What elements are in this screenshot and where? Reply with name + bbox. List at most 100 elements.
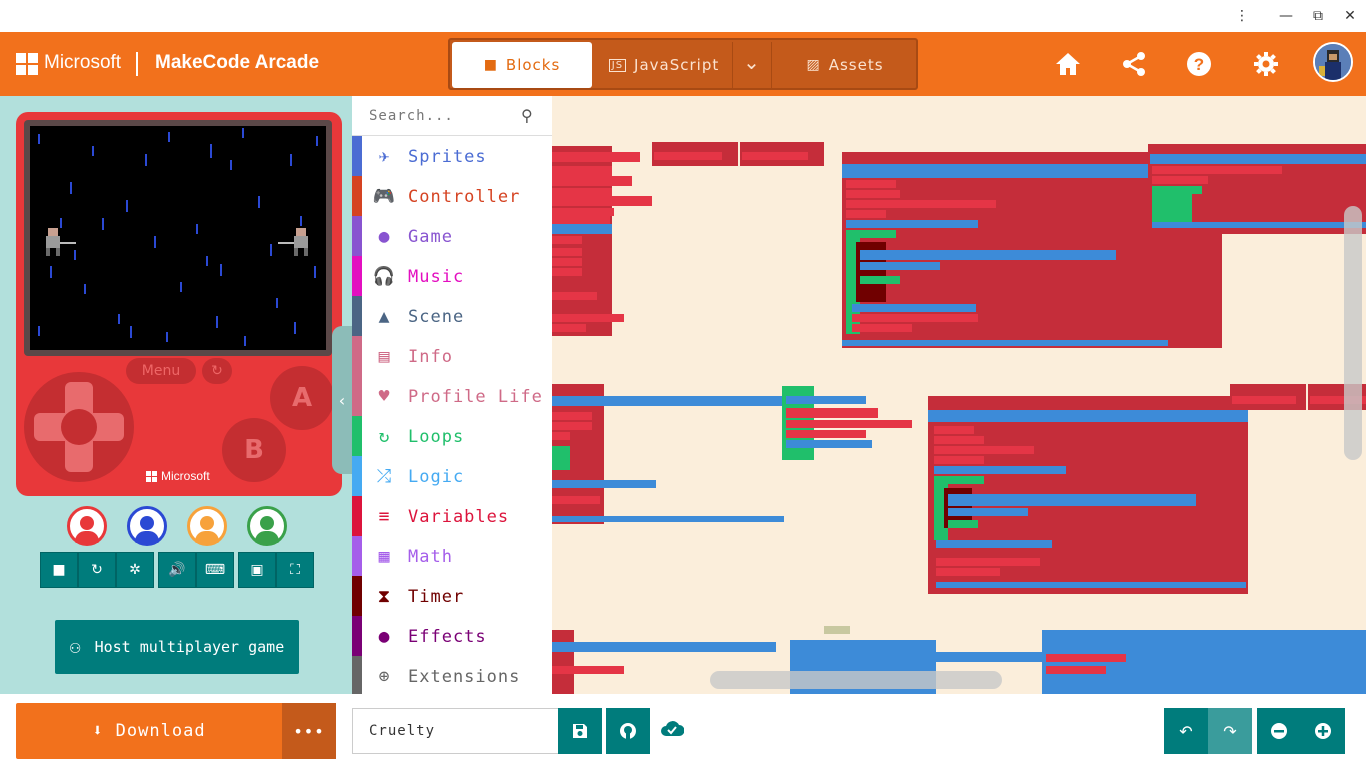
toolbox-category-math[interactable]: ▦ Math: [352, 536, 552, 576]
player-3-button[interactable]: [187, 506, 227, 546]
language-dropdown[interactable]: ⌄: [732, 42, 772, 88]
category-label: Sprites: [408, 147, 487, 167]
tab-blocks[interactable]: ■ Blocks: [452, 42, 592, 88]
toolbox-category-logic[interactable]: ⤮ Logic: [352, 456, 552, 496]
collapse-simulator-button[interactable]: ‹: [332, 326, 352, 474]
horizontal-scrollbar[interactable]: [710, 671, 1002, 689]
toolbox-category-info[interactable]: ▤ Info: [352, 336, 552, 376]
more-options-icon[interactable]: ⋮: [1226, 0, 1258, 32]
avatar[interactable]: [1313, 42, 1353, 82]
screenshot-icon[interactable]: ▣: [238, 552, 276, 588]
category-label: Game: [408, 227, 453, 247]
sound-icon[interactable]: 🔊: [158, 552, 196, 588]
keyboard-icon[interactable]: ⌨: [196, 552, 234, 588]
category-icon: ♥: [378, 385, 390, 407]
category-icon: ≡: [378, 505, 390, 527]
zoom-out-icon[interactable]: [1257, 708, 1301, 754]
game-canvas[interactable]: [30, 126, 326, 350]
help-icon[interactable]: ?: [1183, 48, 1215, 80]
cloud-saved-icon: [660, 718, 685, 742]
search-input[interactable]: Search...: [369, 108, 454, 124]
vertical-scrollbar[interactable]: [1344, 206, 1362, 460]
b-button[interactable]: B: [222, 418, 286, 482]
image-icon: ▨: [806, 57, 821, 73]
dpad[interactable]: [24, 372, 134, 482]
redo-icon[interactable]: ↷: [1208, 708, 1252, 754]
category-icon: ⤮: [376, 465, 392, 487]
restore-icon[interactable]: ⧉: [1302, 0, 1334, 32]
player-4-button[interactable]: [247, 506, 287, 546]
download-more-button[interactable]: •••: [282, 703, 336, 759]
home-icon[interactable]: [1052, 48, 1084, 80]
toolbox-search[interactable]: Search... ⚲: [352, 96, 552, 136]
undo-icon[interactable]: ↶: [1164, 708, 1208, 754]
app-title[interactable]: MakeCode Arcade: [155, 52, 319, 74]
category-icon: ▲: [378, 305, 390, 327]
category-label: Timer: [408, 587, 465, 607]
player-sprite-right: [278, 228, 308, 256]
download-icon: ⬇: [92, 721, 104, 741]
category-color-bar: [352, 456, 362, 496]
rain-layer: [38, 128, 318, 346]
category-color-bar: [352, 616, 362, 656]
toolbox-category-controller[interactable]: 🎮 Controller: [352, 176, 552, 216]
category-icon: ●: [378, 225, 390, 247]
game-screen[interactable]: [24, 120, 332, 356]
search-icon[interactable]: ⚲: [521, 106, 533, 125]
category-color-bar: [352, 416, 362, 456]
tab-javascript[interactable]: JS JavaScript: [596, 42, 732, 88]
tab-assets[interactable]: ▨ Assets: [774, 42, 916, 88]
category-color-bar: [352, 656, 362, 694]
toolbox-category-extensions[interactable]: ⊕ Extensions: [352, 656, 552, 694]
share-icon[interactable]: [1118, 48, 1150, 80]
category-label: Variables: [408, 507, 510, 527]
github-icon[interactable]: [606, 708, 650, 754]
save-icon[interactable]: [558, 708, 602, 754]
console-brand: Microsoft: [146, 469, 210, 483]
fullscreen-icon[interactable]: ⛶: [276, 552, 314, 588]
category-label: Math: [408, 547, 453, 567]
category-label: Scene: [408, 307, 465, 327]
minimize-icon[interactable]: —: [1270, 0, 1302, 32]
menu-button[interactable]: Menu: [126, 358, 196, 384]
tab-label: JavaScript: [634, 56, 720, 74]
toolbox-category-timer[interactable]: ⧗ Timer: [352, 576, 552, 616]
microsoft-logo-icon: [146, 470, 157, 482]
category-color-bar: [352, 576, 362, 616]
toolbox-category-loops[interactable]: ↻ Loops: [352, 416, 552, 456]
download-button[interactable]: ⬇ Download: [16, 703, 282, 759]
category-label: Loops: [408, 427, 465, 447]
simulator-pane: Menu ↻ A B Microsoft ‹ ■ ↻ ✲ 🔊 ⌨ ▣ ⛶ ⚇ H…: [0, 96, 352, 694]
close-icon[interactable]: ✕: [1334, 0, 1366, 32]
brand-text: Microsoft: [44, 52, 122, 73]
category-color-bar: [352, 176, 362, 216]
category-icon: ✈: [378, 145, 390, 167]
block-canvas[interactable]: [552, 96, 1366, 694]
toolbox-category-effects[interactable]: ● Effects: [352, 616, 552, 656]
category-icon: ▦: [378, 545, 390, 567]
category-label: Info: [408, 347, 453, 367]
host-multiplayer-button[interactable]: ⚇ Host multiplayer game: [55, 620, 299, 674]
toolbox-category-music[interactable]: 🎧 Music: [352, 256, 552, 296]
toolbox-category-game[interactable]: ● Game: [352, 216, 552, 256]
toolbox-category-scene[interactable]: ▲ Scene: [352, 296, 552, 336]
category-label: Extensions: [408, 667, 521, 687]
more-icon: •••: [293, 721, 325, 741]
project-name-input[interactable]: Cruelty: [352, 708, 558, 754]
player-2-button[interactable]: [127, 506, 167, 546]
zoom-in-icon[interactable]: [1301, 708, 1345, 754]
debug-icon[interactable]: ✲: [116, 552, 154, 588]
reset-icon[interactable]: ↻: [202, 358, 232, 384]
a-button[interactable]: A: [270, 366, 334, 430]
category-label: Profile Life: [408, 387, 543, 407]
settings-icon[interactable]: [1250, 48, 1282, 80]
player-1-button[interactable]: [67, 506, 107, 546]
toolbox-category-variables[interactable]: ≡ Variables: [352, 496, 552, 536]
category-label: Music: [408, 267, 465, 287]
toolbox-category-sprites[interactable]: ✈ Sprites: [352, 136, 552, 176]
category-color-bar: [352, 336, 362, 376]
toolbox-category-profile-life[interactable]: ♥ Profile Life: [352, 376, 552, 416]
stop-icon[interactable]: ■: [40, 552, 78, 588]
restart-icon[interactable]: ↻: [78, 552, 116, 588]
blocks-workspace[interactable]: [552, 96, 1366, 694]
